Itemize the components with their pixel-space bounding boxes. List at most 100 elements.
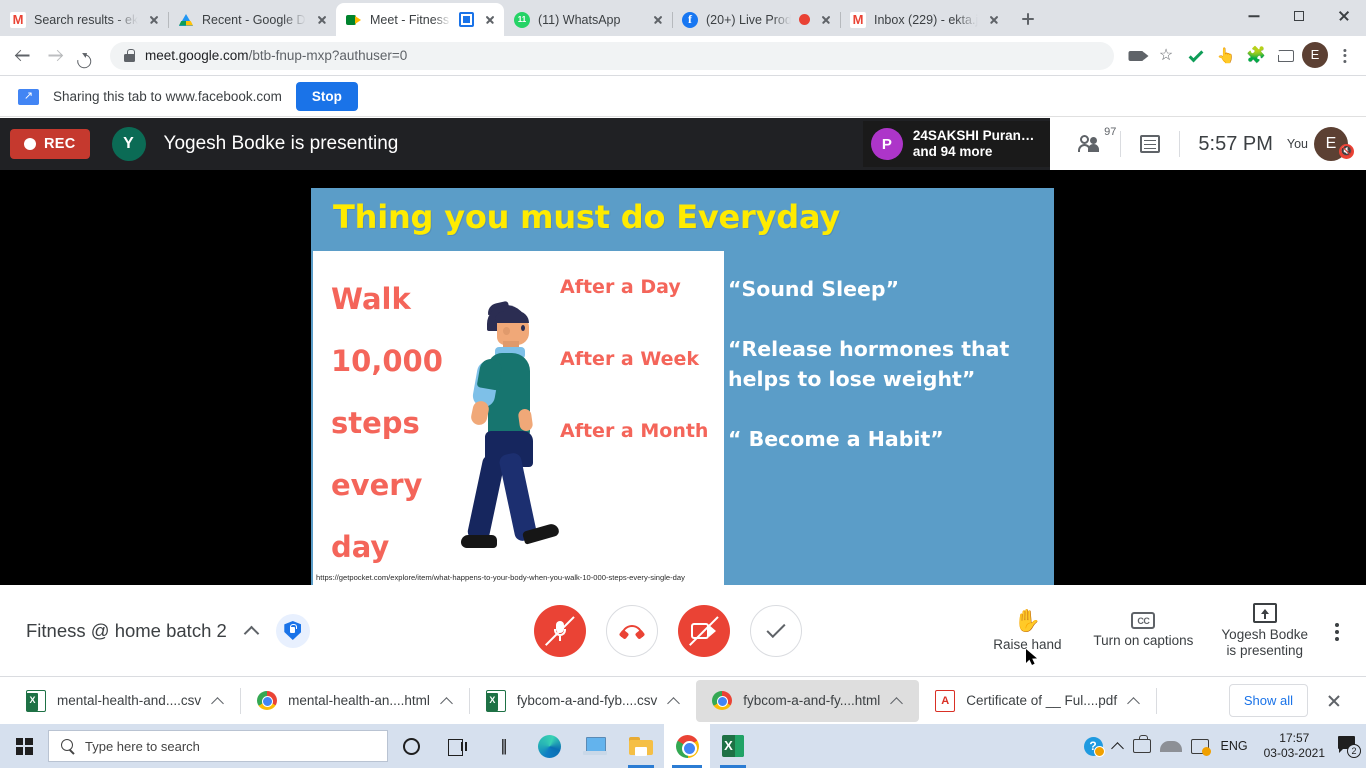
download-item-3[interactable]: fybcom-a-and-fy....html xyxy=(696,679,920,722)
leave-call-button[interactable] xyxy=(605,604,658,657)
download-item-2[interactable]: fybcom-a-and-fyb....csv xyxy=(470,680,696,722)
browser-tab-1[interactable]: Recent - Google Drive xyxy=(168,3,337,36)
browser-tab-2[interactable]: Meet - Fitness @ ho xyxy=(336,3,504,36)
more-options-icon[interactable] xyxy=(1322,611,1352,651)
taskbar-app-microsoft-excel[interactable] xyxy=(710,724,756,768)
chevron-up-icon[interactable] xyxy=(891,695,903,707)
accept-button[interactable] xyxy=(749,604,802,657)
tab-close-icon[interactable] xyxy=(650,12,666,28)
present-now-button[interactable]: Yogesh Bodke is presenting xyxy=(1207,602,1322,659)
hangup-phone-icon xyxy=(618,624,645,640)
window-maximize-button[interactable] xyxy=(1276,0,1321,32)
show-hidden-icons-icon[interactable] xyxy=(1112,740,1124,752)
tab-close-icon[interactable] xyxy=(818,12,834,28)
chevron-up-icon[interactable] xyxy=(212,695,224,707)
new-tab-button[interactable] xyxy=(1014,5,1042,33)
reload-button[interactable] xyxy=(72,41,102,71)
chat-icon xyxy=(1140,135,1161,153)
get-help-icon[interactable]: ? xyxy=(1083,736,1105,757)
raise-hand-button[interactable]: ✋ Raise hand xyxy=(975,607,1079,653)
cast-icon[interactable] xyxy=(1272,42,1300,70)
taskbar-clock[interactable]: 17:57 03-03-2021 xyxy=(1260,731,1329,761)
participant-line1: 24SAKSHI Puran… xyxy=(912,128,1035,143)
recording-badge[interactable]: REC xyxy=(10,129,90,159)
address-bar[interactable]: meet.google.com/btb-fnup-mxp?authuser=0 xyxy=(110,41,1114,70)
taskbar-app-google-chrome[interactable] xyxy=(664,724,710,768)
profile-avatar[interactable]: E xyxy=(1302,41,1330,70)
taskbar-app-remote-desktop[interactable] xyxy=(572,724,618,768)
participant-pill[interactable]: P 24SAKSHI Puran… and 94 more xyxy=(862,121,1053,167)
tab-close-icon[interactable] xyxy=(314,12,330,28)
chevron-up-icon[interactable] xyxy=(668,695,680,707)
participant-names: 24SAKSHI Puran… and 94 more xyxy=(913,128,1035,160)
tab-title: (11) WhatsApp xyxy=(538,12,621,27)
cortana-button[interactable] xyxy=(388,724,434,768)
browser-tab-3[interactable]: (11) WhatsApp xyxy=(504,3,673,36)
show-everyone-button[interactable]: 97 xyxy=(1064,118,1118,170)
taskbar-app-microsoft-edge[interactable] xyxy=(526,724,572,768)
onedrive-cloud-icon[interactable] xyxy=(1159,740,1182,752)
google-meet-tray-icon[interactable] xyxy=(1132,735,1151,753)
slide-middle-column: After a Day After a Week After a Month xyxy=(560,270,735,442)
window-minimize-button[interactable] xyxy=(1231,0,1276,32)
window-close-button[interactable] xyxy=(1321,0,1366,32)
screen: Search results - ekta.jad Recent - Googl… xyxy=(0,0,1366,768)
task-view-button[interactable] xyxy=(434,724,480,768)
download-item-4[interactable]: Certificate of __ Ful....pdf xyxy=(919,680,1156,722)
self-tile[interactable]: You E 🔇 xyxy=(1287,127,1360,161)
tab-recording-icon xyxy=(799,14,810,25)
chat-button[interactable] xyxy=(1123,118,1177,170)
presenter-avatar: Y xyxy=(111,127,146,161)
chevron-up-icon[interactable] xyxy=(1128,695,1140,707)
tab-title: Inbox (229) - ekta.jadha xyxy=(874,12,978,27)
recording-dot-icon xyxy=(24,138,36,150)
browser-tab-5[interactable]: Inbox (229) - ekta.jadha xyxy=(840,3,1008,36)
browser-toolbar: meet.google.com/btb-fnup-mxp?authuser=0 … xyxy=(0,36,1366,76)
action-center-icon[interactable]: 2 xyxy=(1338,736,1361,758)
windows-logo-icon xyxy=(15,737,33,755)
forward-button[interactable] xyxy=(40,41,70,71)
download-shelf: mental-health-and....csv mental-health-a… xyxy=(0,676,1366,724)
google-drive-favicon-icon xyxy=(178,12,194,28)
chevron-up-icon[interactable] xyxy=(441,695,453,707)
taskbar-time: 17:57 xyxy=(1279,731,1310,745)
captions-button[interactable]: CC Turn on captions xyxy=(1079,612,1207,649)
taskbar-app-file-explorer[interactable] xyxy=(618,724,664,768)
close-icon[interactable] xyxy=(1326,693,1342,709)
checkmark-extension-icon[interactable] xyxy=(1182,42,1210,70)
taskbar-search-input[interactable]: Type here to search xyxy=(48,730,388,762)
microphone-toggle-button[interactable] xyxy=(533,604,586,657)
stop-sharing-button[interactable]: Stop xyxy=(295,82,358,111)
back-button[interactable] xyxy=(8,41,38,71)
google-meet-favicon-icon xyxy=(346,12,362,28)
call-controls xyxy=(360,604,975,657)
camera-toggle-button[interactable] xyxy=(677,604,730,657)
sync-status-icon[interactable] xyxy=(1190,738,1211,756)
extensions-puzzle-icon[interactable]: 🧩 xyxy=(1242,42,1270,70)
tab-close-icon[interactable] xyxy=(986,12,1002,28)
encryption-button[interactable] xyxy=(275,613,310,648)
chrome-menu-icon[interactable] xyxy=(1332,42,1358,70)
chevron-up-icon[interactable] xyxy=(245,624,258,637)
browser-tab-0[interactable]: Search results - ekta.jad xyxy=(0,3,169,36)
download-item-0[interactable]: mental-health-and....csv xyxy=(10,680,240,722)
slide-right-item-1: “Release hormones that helps to lose wei… xyxy=(728,337,1010,391)
tab-close-icon[interactable] xyxy=(482,12,498,28)
slide-right-column: “Sound Sleep” “Release hormones that hel… xyxy=(728,270,1053,454)
show-all-downloads-button[interactable]: Show all xyxy=(1228,684,1308,717)
download-item-1[interactable]: mental-health-an....html xyxy=(241,680,469,722)
search-icon xyxy=(61,739,75,753)
start-button[interactable] xyxy=(0,724,48,768)
present-screen-icon xyxy=(1252,602,1277,623)
language-indicator[interactable]: ENG xyxy=(1218,739,1251,753)
self-label: You xyxy=(1286,137,1308,151)
address-bar-url: meet.google.com/btb-fnup-mxp?authuser=0 xyxy=(145,48,407,63)
camera-share-icon[interactable] xyxy=(1122,42,1150,70)
hand-extension-icon[interactable]: 👆 xyxy=(1212,42,1240,70)
gmail-favicon-icon xyxy=(850,11,866,28)
bookmark-star-icon[interactable]: ☆ xyxy=(1152,42,1180,70)
raised-hand-icon: ✋ xyxy=(1013,607,1042,633)
browser-tab-4[interactable]: (20+) Live Producer xyxy=(672,3,841,36)
tab-close-icon[interactable] xyxy=(146,12,162,28)
chrome-file-icon xyxy=(712,691,733,710)
